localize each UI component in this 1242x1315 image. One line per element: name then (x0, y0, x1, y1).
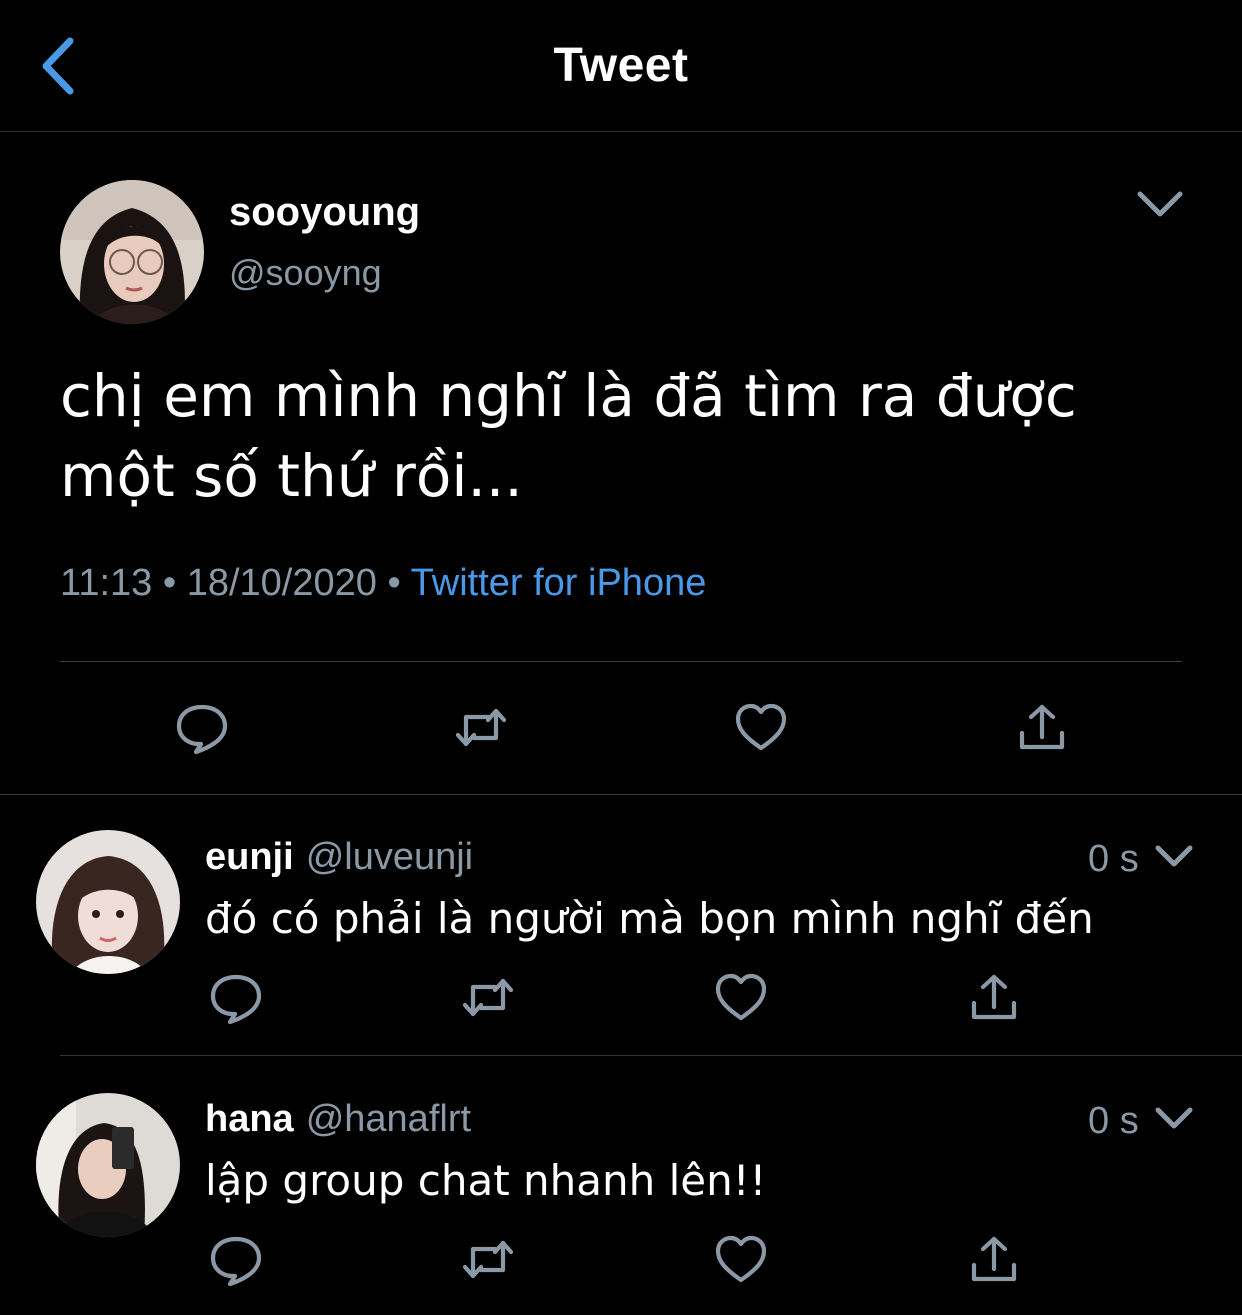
divider (60, 661, 1182, 662)
like-button[interactable] (713, 970, 769, 1026)
chevron-down-icon (1137, 191, 1183, 217)
reply-author-name: hana (205, 1098, 294, 1140)
retweet-icon (460, 970, 516, 1026)
reply-options-button[interactable] (1152, 840, 1196, 872)
heart-icon (713, 1232, 769, 1288)
reply-text: lập group chat nhanh lên!! (205, 1156, 767, 1205)
tweet-options-button[interactable] (1136, 186, 1184, 222)
avatar-eunji[interactable] (36, 830, 180, 974)
avatar-hana[interactable] (36, 1093, 180, 1237)
reply-timestamp: 0 s (1088, 1100, 1139, 1142)
share-icon (966, 970, 1022, 1026)
meta-separator: • (162, 562, 177, 604)
reply-author-handle: @hanaflrt (305, 1098, 472, 1140)
reply-author-handle: @luveunji (305, 836, 474, 878)
heart-icon (733, 700, 789, 756)
reply-author[interactable]: hana @hanaflrt (205, 1098, 471, 1141)
tweet-time: 11:13 (60, 562, 153, 604)
reply-icon (208, 970, 264, 1026)
heart-icon (713, 970, 769, 1026)
tweet-text: chị em mình nghĩ là đã tìm ra được một s… (60, 362, 1077, 510)
chevron-down-icon (1155, 1107, 1193, 1129)
retweet-button[interactable] (460, 1232, 516, 1288)
avatar-photo (36, 1093, 180, 1237)
author-name[interactable]: sooyoung (229, 190, 420, 235)
tweet-date: 18/10/2020 (186, 562, 377, 604)
divider (0, 794, 1242, 795)
reply-timestamp: 0 s (1088, 838, 1139, 880)
retweet-button[interactable] (453, 700, 509, 756)
reply-button[interactable] (208, 970, 264, 1026)
tweet-source-link[interactable]: Twitter for iPhone (411, 562, 707, 604)
reply-author-name: eunji (205, 836, 294, 878)
divider (60, 1055, 1242, 1056)
reply-icon (208, 1232, 264, 1288)
reply-author[interactable]: eunji @luveunji (205, 836, 473, 879)
share-button[interactable] (966, 1232, 1022, 1288)
retweet-button[interactable] (460, 970, 516, 1026)
share-button[interactable] (1014, 700, 1070, 756)
author-handle[interactable]: @sooyng (229, 252, 382, 294)
page-title: Tweet (553, 39, 689, 92)
share-icon (966, 1232, 1022, 1288)
like-button[interactable] (733, 700, 789, 756)
reply-icon (174, 700, 230, 756)
like-button[interactable] (713, 1232, 769, 1288)
chevron-down-icon (1155, 845, 1193, 867)
retweet-icon (460, 1232, 516, 1288)
share-icon (1014, 700, 1070, 756)
reply-button[interactable] (208, 1232, 264, 1288)
reply-options-button[interactable] (1152, 1102, 1196, 1134)
meta-separator: • (387, 562, 401, 604)
avatar-photo (36, 830, 180, 974)
reply-text: đó có phải là người mà bọn mình nghĩ đến (205, 894, 1094, 943)
avatar-photo (60, 180, 204, 324)
avatar-sooyoung[interactable] (60, 180, 204, 324)
reply-button[interactable] (174, 700, 230, 756)
retweet-icon (453, 700, 509, 756)
tweet-meta: 11:13 • 18/10/2020 • Twitter for iPhone (60, 562, 706, 605)
share-button[interactable] (966, 970, 1022, 1026)
